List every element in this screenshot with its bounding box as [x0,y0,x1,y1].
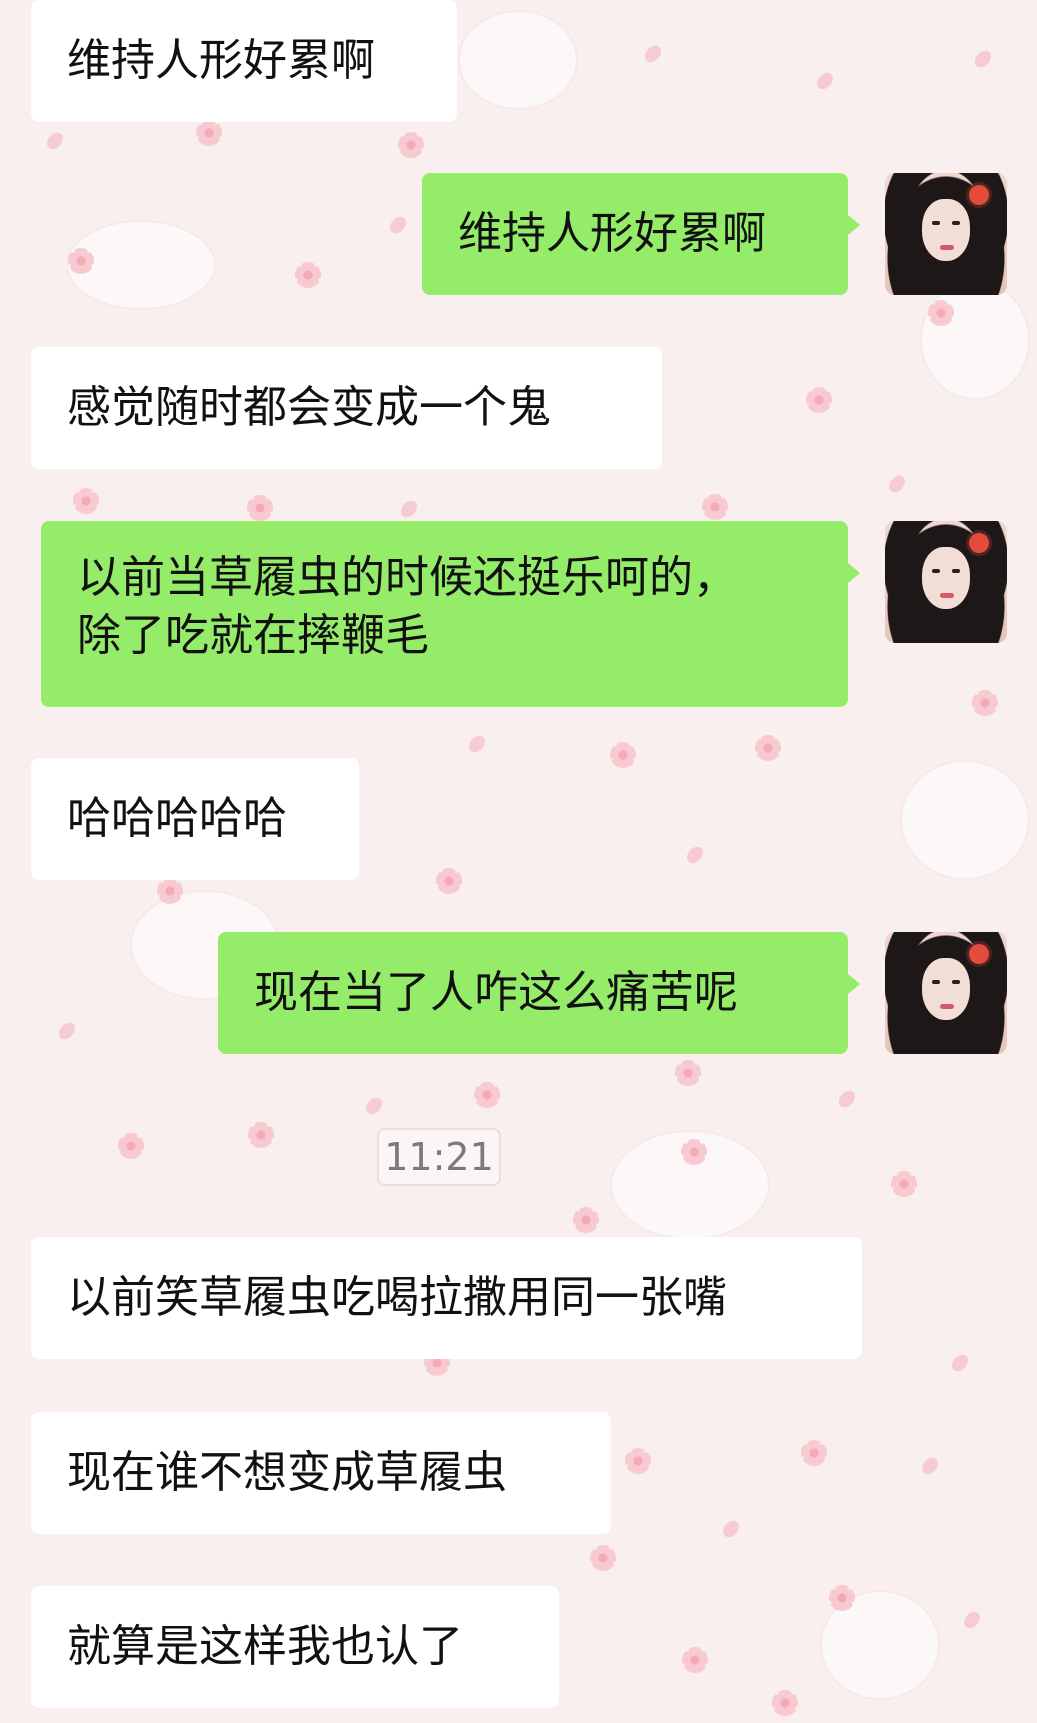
flower-icon [610,742,636,768]
avatar-face [922,958,970,1020]
message-text: 就算是这样我也认了 [67,1621,463,1672]
avatar-eye [932,980,940,984]
received-message-bubble[interactable]: 维持人形好累啊 [31,0,457,122]
flower-icon [398,132,424,158]
avatar-face [922,199,970,261]
message-text: 感觉随时都会变成一个鬼 [67,382,551,433]
message-timestamp: 11:21 [377,1128,501,1186]
message-text: 维持人形好累啊 [458,208,766,259]
avatar-eye [952,569,960,573]
sent-message-bubble[interactable]: 维持人形好累啊 [422,173,860,295]
flower-icon [157,878,183,904]
petal-icon [949,1351,971,1375]
petal-icon [814,69,836,93]
flower-icon [801,1440,827,1466]
hair-flower-icon [969,185,989,205]
petal-icon [363,1094,385,1118]
avatar-icon[interactable] [885,173,1007,295]
flower-icon [474,1082,500,1108]
flower-icon [196,120,222,146]
avatar-eye [932,569,940,573]
received-message-bubble[interactable]: 哈哈哈哈哈 [31,758,359,880]
avatar-eye [932,221,940,225]
petal-icon [684,843,706,867]
petal-icon [836,1087,858,1111]
received-message-bubble[interactable]: 感觉随时都会变成一个鬼 [31,347,662,469]
petal-icon [387,213,409,237]
avatar-lip [940,245,954,250]
message-text: 现在谁不想变成草履虫 [67,1447,507,1498]
flower-icon [772,1690,798,1716]
lamb-decoration [920,280,1030,400]
avatar-lip [940,1004,954,1009]
flower-icon [295,262,321,288]
received-message-bubble[interactable]: 现在谁不想变成草履虫 [31,1412,611,1534]
flower-icon [573,1207,599,1233]
flower-icon [682,1647,708,1673]
flower-icon [68,248,94,274]
petal-icon [466,732,488,756]
hair-flower-icon [969,944,989,964]
sent-message-bubble[interactable]: 现在当了人咋这么痛苦呢 [218,932,860,1054]
flower-icon [248,1122,274,1148]
message-text: 哈哈哈哈哈 [67,793,287,844]
flower-icon [681,1139,707,1165]
flower-icon [972,690,998,716]
flower-icon [625,1448,651,1474]
sent-message-bubble[interactable]: 以前当草履虫的时候还挺乐呵的， 除了吃就在摔鞭毛 [41,521,860,707]
petal-icon [720,1517,742,1541]
petal-icon [56,1019,78,1043]
petal-icon [44,129,66,153]
message-text: 以前笑草履虫吃喝拉撒用同一张嘴 [67,1272,727,1323]
flower-icon [247,495,273,521]
lamb-decoration [900,760,1030,880]
flower-icon [590,1545,616,1571]
petal-icon [961,1608,983,1632]
petal-icon [886,472,908,496]
avatar-icon[interactable] [885,521,1007,643]
petal-icon [642,42,664,66]
message-text: 维持人形好累啊 [67,35,375,86]
flower-icon [118,1133,144,1159]
received-message-bubble[interactable]: 以前笑草履虫吃喝拉撒用同一张嘴 [31,1237,862,1359]
avatar-face [922,547,970,609]
lamb-decoration [458,10,578,110]
petal-icon [972,47,994,71]
flower-icon [891,1171,917,1197]
flower-icon [806,387,832,413]
petal-icon [919,1454,941,1478]
message-text: 以前当草履虫的时候还挺乐呵的， 除了吃就在摔鞭毛 [77,552,737,661]
received-message-bubble[interactable]: 就算是这样我也认了 [31,1586,559,1708]
message-text: 现在当了人咋这么痛苦呢 [254,967,738,1018]
avatar-eye [952,221,960,225]
flower-icon [675,1060,701,1086]
hair-flower-icon [969,533,989,553]
petal-icon [398,497,420,521]
flower-icon [829,1585,855,1611]
flower-icon [436,868,462,894]
flower-icon [702,494,728,520]
flower-icon [755,735,781,761]
flower-icon [928,300,954,326]
avatar-icon[interactable] [885,932,1007,1054]
flower-icon [73,488,99,514]
avatar-lip [940,593,954,598]
avatar-eye [952,980,960,984]
